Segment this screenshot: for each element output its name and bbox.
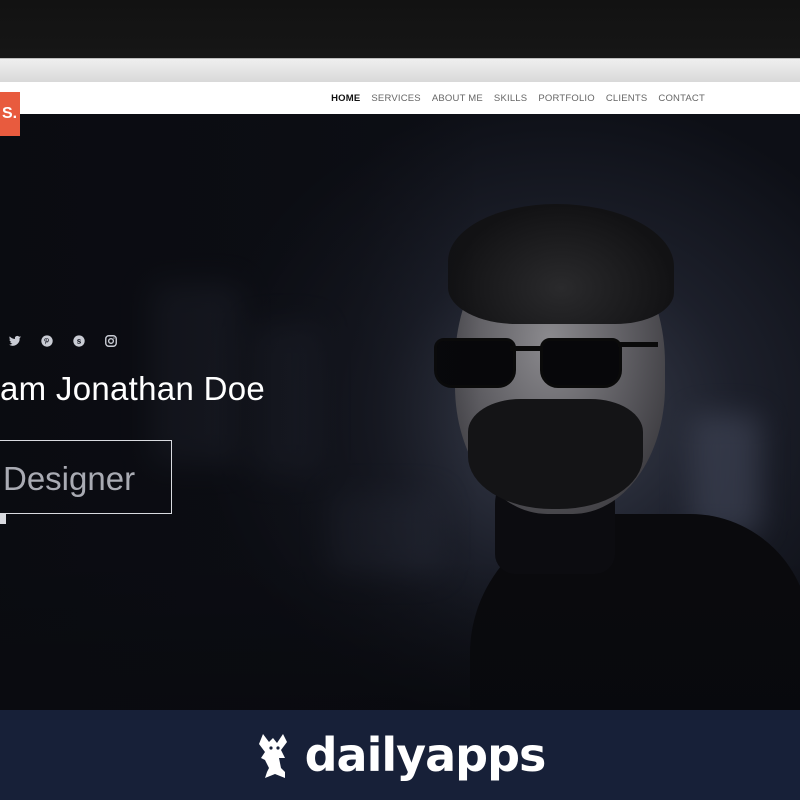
nav-contact[interactable]: CONTACT (658, 93, 705, 104)
main-nav: HOME SERVICES ABOUT ME SKILLS PORTFOLIO … (331, 82, 705, 114)
browser-chrome (0, 58, 800, 82)
hero-section (0, 114, 800, 710)
role-box-pointer (0, 514, 6, 524)
hero-name-heading: am Jonathan Doe (0, 370, 266, 407)
nav-portfolio[interactable]: PORTFOLIO (538, 93, 595, 104)
dailyapps-mascot-icon (258, 734, 287, 778)
skype-icon[interactable] (72, 334, 86, 348)
pinterest-icon[interactable] (40, 334, 54, 348)
hero-overlay (0, 114, 800, 710)
nav-about-me[interactable]: ABOUT ME (432, 93, 483, 104)
social-links (8, 334, 118, 348)
nav-services[interactable]: SERVICES (371, 93, 420, 104)
twitter-icon[interactable] (8, 334, 22, 348)
dailyapps-wordmark: dailyapps (304, 728, 547, 782)
role-typed-text: Designer (3, 460, 136, 497)
brand-logo-badge[interactable]: S. (0, 92, 20, 136)
nav-clients[interactable]: CLIENTS (606, 93, 648, 104)
nav-home[interactable]: HOME (331, 93, 360, 104)
nav-skills[interactable]: SKILLS (494, 93, 527, 104)
dailyapps-footer-banner: dailyapps (0, 710, 800, 800)
top-dark-band (0, 0, 800, 58)
instagram-icon[interactable] (104, 334, 118, 348)
